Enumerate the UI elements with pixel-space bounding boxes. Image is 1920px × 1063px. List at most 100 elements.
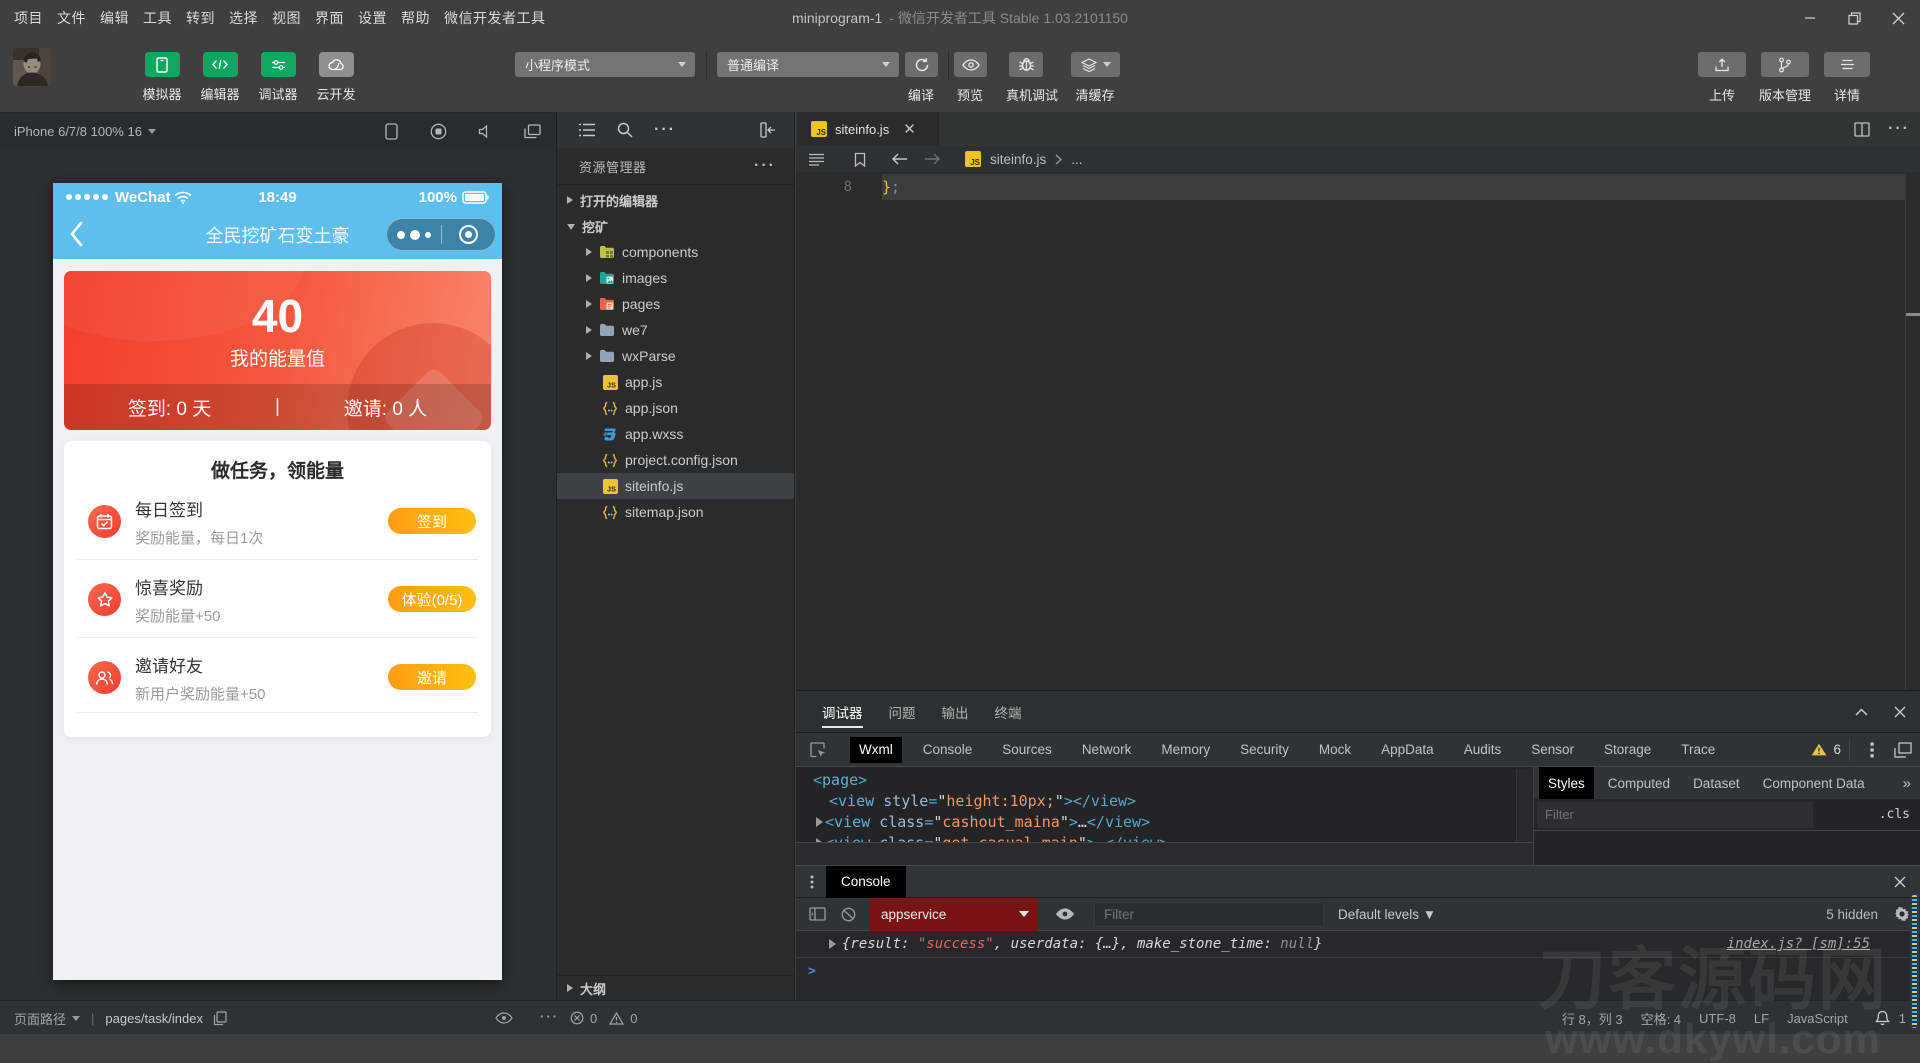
devtools-tab-wxml[interactable]: Wxml bbox=[850, 736, 902, 763]
menu-item-project[interactable]: 项目 bbox=[14, 8, 43, 28]
signin-button[interactable]: 签到 bbox=[388, 508, 476, 534]
preview-button[interactable] bbox=[954, 52, 987, 77]
tree-item-app-js[interactable]: JS app.js bbox=[557, 369, 794, 395]
console-logs[interactable]: {result: "success", userdata: {…}, make_… bbox=[796, 931, 1920, 1001]
tree-item-we7[interactable]: we7 bbox=[557, 317, 794, 343]
sidebar-toggle-icon[interactable] bbox=[809, 907, 826, 921]
version-control-label[interactable]: 版本管理 bbox=[1759, 85, 1811, 104]
clear-console-icon[interactable] bbox=[841, 907, 856, 922]
copy-icon[interactable] bbox=[213, 1010, 227, 1026]
eol-setting[interactable]: LF bbox=[1754, 1011, 1769, 1026]
outline-list-icon[interactable] bbox=[808, 153, 825, 166]
menu-item-interface[interactable]: 界面 bbox=[315, 8, 344, 28]
breadcrumb-file[interactable]: siteinfo.js bbox=[990, 152, 1046, 167]
tree-item-siteinfo-js[interactable]: JS siteinfo.js bbox=[557, 473, 794, 499]
gear-icon[interactable] bbox=[1894, 906, 1910, 922]
user-avatar[interactable] bbox=[13, 48, 51, 86]
tree-item-images[interactable]: images bbox=[557, 265, 794, 291]
console-levels-select[interactable]: Default levels ▼ bbox=[1338, 907, 1436, 922]
devtools-tab-audits[interactable]: Audits bbox=[1455, 737, 1511, 763]
multi-window-button[interactable] bbox=[509, 123, 556, 139]
styles-filter-input[interactable] bbox=[1537, 801, 1813, 828]
wxml-node-view-style[interactable]: < view style = " height:10px; " > </view> bbox=[796, 790, 1516, 811]
close-tab-icon[interactable]: ✕ bbox=[903, 120, 916, 138]
console-filter-input[interactable] bbox=[1094, 901, 1324, 927]
cloud-dev-button[interactable]: 云开发 bbox=[307, 52, 365, 103]
wxml-node-getcasual[interactable]: <view class="get_casual_main">…</view> bbox=[796, 832, 1516, 842]
menu-item-tools[interactable]: 工具 bbox=[143, 8, 172, 28]
eye-icon[interactable] bbox=[495, 1012, 513, 1024]
record-button[interactable] bbox=[415, 123, 462, 140]
close-button[interactable] bbox=[1876, 0, 1920, 36]
tree-item-project-config[interactable]: project.config.json bbox=[557, 447, 794, 473]
devtools-tab-appdata[interactable]: AppData bbox=[1372, 737, 1443, 763]
device-selector[interactable]: iPhone 6/7/8 100% 16 bbox=[14, 124, 156, 139]
preview-label[interactable]: 预览 bbox=[957, 85, 983, 104]
section-open-editors[interactable]: 打开的编辑器 bbox=[557, 187, 794, 213]
compile-button[interactable] bbox=[905, 52, 938, 77]
menu-item-settings[interactable]: 设置 bbox=[358, 8, 387, 28]
section-project-root[interactable]: 挖矿 bbox=[557, 213, 794, 239]
clear-cache-label[interactable]: 清缓存 bbox=[1075, 85, 1114, 104]
wxml-tree[interactable]: < page > < view style = " height:10px; " > </view… bbox=[796, 769, 1516, 842]
collapse-sidebar-icon[interactable] bbox=[760, 122, 776, 138]
console-log-row[interactable]: {result: "success", userdata: {…}, make_… bbox=[796, 931, 1920, 958]
devtools-tab-sensor[interactable]: Sensor bbox=[1522, 737, 1583, 763]
devtools-tab-memory[interactable]: Memory bbox=[1152, 737, 1219, 763]
eye-icon[interactable] bbox=[1055, 907, 1075, 921]
page-path-label[interactable]: 页面路径 bbox=[14, 1009, 66, 1028]
minimize-button[interactable] bbox=[1788, 0, 1832, 36]
bookmark-icon[interactable] bbox=[854, 152, 866, 167]
wxml-node-page[interactable]: < page > bbox=[796, 769, 1516, 790]
language-mode[interactable]: JavaScript bbox=[1787, 1011, 1848, 1026]
version-control-button[interactable] bbox=[1761, 52, 1809, 77]
close-icon[interactable] bbox=[1894, 706, 1906, 718]
debugger-toggle-button[interactable]: 调试器 bbox=[249, 52, 307, 103]
menu-item-help[interactable]: 帮助 bbox=[401, 8, 430, 28]
tab-debugger[interactable]: 调试器 bbox=[822, 691, 863, 733]
upload-label[interactable]: 上传 bbox=[1709, 85, 1735, 104]
tree-item-app-wxss[interactable]: app.wxss bbox=[557, 421, 794, 447]
encoding[interactable]: UTF-8 bbox=[1699, 1011, 1736, 1026]
expand-arrow-icon[interactable] bbox=[816, 816, 823, 827]
devtools-tab-storage[interactable]: Storage bbox=[1595, 737, 1660, 763]
page-path-value[interactable]: pages/task/index bbox=[105, 1011, 203, 1026]
kebab-menu-icon[interactable] bbox=[1870, 742, 1874, 758]
more-icon[interactable]: ··· bbox=[540, 1009, 559, 1024]
chevron-up-icon[interactable] bbox=[1855, 707, 1868, 716]
breadcrumb-more[interactable]: ... bbox=[1071, 152, 1082, 167]
remote-debug-label[interactable]: 真机调试 bbox=[1006, 85, 1058, 104]
menu-item-goto[interactable]: 转到 bbox=[186, 8, 215, 28]
cursor-position[interactable]: 行 8，列 3 bbox=[1562, 1009, 1623, 1028]
forward-arrow-icon[interactable] bbox=[924, 153, 941, 165]
devtools-tab-console[interactable]: Console bbox=[914, 737, 982, 763]
menu-item-devtools[interactable]: 微信开发者工具 bbox=[444, 8, 546, 28]
experience-button[interactable]: 体验(0/5) bbox=[388, 586, 476, 612]
devtools-tab-security[interactable]: Security bbox=[1231, 737, 1298, 763]
outline-section[interactable]: 大纲 bbox=[557, 975, 794, 1000]
rotate-device-button[interactable] bbox=[368, 122, 415, 140]
search-icon[interactable] bbox=[617, 122, 633, 138]
undock-icon[interactable] bbox=[1894, 741, 1912, 758]
inspect-icon[interactable] bbox=[810, 741, 826, 758]
code-area[interactable]: 8 } ; bbox=[796, 172, 1920, 690]
wxml-hscrollbar[interactable] bbox=[796, 842, 1533, 865]
exit-miniapp-button[interactable] bbox=[442, 225, 496, 244]
tree-item-pages[interactable]: pages bbox=[557, 291, 794, 317]
mode-select[interactable]: 小程序模式 bbox=[515, 52, 695, 77]
hidden-count[interactable]: 5 hidden bbox=[1826, 907, 1878, 922]
more-tabs-icon[interactable]: » bbox=[1894, 767, 1920, 799]
menu-item-edit[interactable]: 编辑 bbox=[100, 8, 129, 28]
devtools-tab-mock[interactable]: Mock bbox=[1310, 737, 1360, 763]
tree-item-app-json[interactable]: app.json bbox=[557, 395, 794, 421]
bell-icon[interactable] bbox=[1874, 1010, 1890, 1026]
wxml-node-cashout[interactable]: < view class = " cashout_maina " >… </view> bbox=[796, 811, 1516, 832]
tree-item-sitemap-json[interactable]: sitemap.json bbox=[557, 499, 794, 525]
expand-arrow-icon[interactable] bbox=[829, 939, 836, 949]
more-icon[interactable]: ··· bbox=[1888, 120, 1910, 138]
tab-siteinfo-js[interactable]: siteinfo.js ✕ bbox=[797, 112, 939, 146]
menu-item-file[interactable]: 文件 bbox=[57, 8, 86, 28]
compile-label[interactable]: 编译 bbox=[908, 85, 934, 104]
tree-item-components[interactable]: components bbox=[557, 239, 794, 265]
tab-component-data[interactable]: Component Data bbox=[1754, 767, 1874, 799]
